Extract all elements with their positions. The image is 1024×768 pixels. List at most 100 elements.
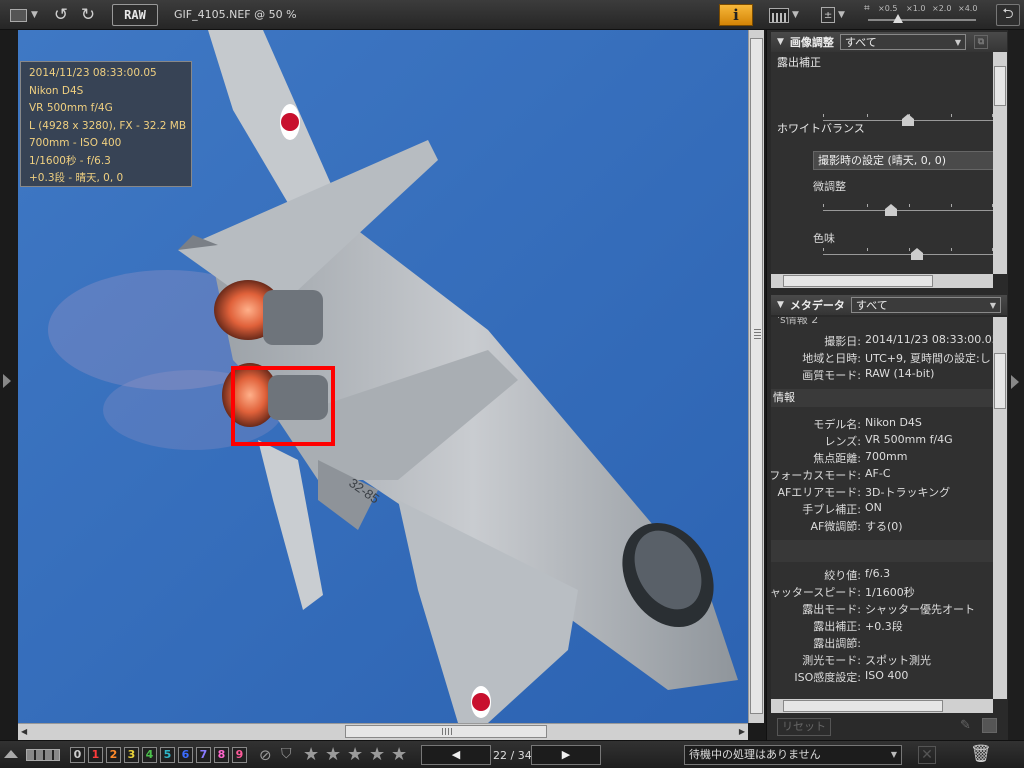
scroll-thumb[interactable]: [783, 275, 933, 287]
scroll-right-icon[interactable]: ▶: [739, 727, 745, 736]
rotate-right-button[interactable]: ↻: [77, 4, 99, 26]
metadata-value: 2014/11/23 08:33:00.05: [865, 333, 993, 346]
tint-slider[interactable]: [823, 248, 993, 262]
overlay-line: 700mm - ISO 400: [29, 137, 122, 149]
previous-image-button[interactable]: ◀: [421, 745, 491, 765]
white-balance-field[interactable]: 撮影時の設定 (晴天, 0, 0): [813, 151, 993, 170]
metadata-value: 3D-トラッキング: [865, 486, 951, 499]
processing-queue-select[interactable]: 待機中の処理はありません ▼: [684, 745, 902, 765]
metadata-key: ISO感度設定:: [794, 671, 861, 684]
metadata-key: モデル名:: [813, 418, 861, 431]
label-1-button[interactable]: 1: [88, 747, 103, 763]
metadata-value: UTC+9, 夏時間の設定:し: [865, 352, 991, 365]
label-4-button[interactable]: 4: [142, 747, 157, 763]
copy-adjustments-icon[interactable]: ✎: [960, 718, 971, 733]
image-adjust-filter-select[interactable]: すべて ▼: [839, 34, 966, 50]
trash-icon[interactable]: 🗑: [970, 744, 992, 764]
scroll-left-icon[interactable]: ◀: [21, 727, 27, 736]
metadata-header[interactable]: ▼ メタデータ すべて ▼: [771, 295, 1007, 315]
slider-thumb[interactable]: [910, 248, 923, 260]
panel-options-icon[interactable]: ⧉: [973, 35, 988, 49]
metadata-value: +0.3段: [865, 620, 903, 633]
adjust-horizontal-scrollbar[interactable]: [771, 274, 993, 288]
metadata-row: 地域と日時: UTC+9, 夏時間の設定:し: [771, 350, 993, 367]
label-8-button[interactable]: 8: [214, 747, 229, 763]
shooting-info-overlay: 2014/11/23 08:33:00.05 Nikon D4S VR 500m…: [20, 61, 192, 187]
overlay-line: 2014/11/23 08:33:00.05: [29, 67, 157, 79]
label-9-button[interactable]: 9: [232, 747, 247, 763]
scroll-thumb[interactable]: [994, 66, 1006, 106]
metadata-key: 露出モード:: [802, 603, 861, 616]
overlay-line: 1/1600秒 - f/6.3: [29, 154, 111, 167]
next-image-button[interactable]: ▶: [531, 745, 601, 765]
zoom-thumb[interactable]: [893, 14, 903, 23]
filmstrip-icon[interactable]: [26, 749, 60, 761]
star-5-icon[interactable]: ★: [391, 744, 407, 765]
collapse-triangle-icon[interactable]: ▼: [777, 37, 784, 47]
star-2-icon[interactable]: ★: [325, 744, 341, 765]
star-1-icon[interactable]: ★: [303, 744, 319, 765]
slider-thumb[interactable]: [902, 114, 914, 126]
metadata-partial-header: 's情報 2: [771, 317, 993, 329]
label-2-button[interactable]: 2: [106, 747, 121, 763]
scroll-thumb[interactable]: [750, 38, 763, 714]
metadata-row: 焦点距離: 700mm: [771, 450, 993, 467]
return-icon: ⮌: [1002, 6, 1014, 22]
metadata-key: 画質モード:: [802, 369, 861, 382]
reject-icon[interactable]: ⊘: [259, 746, 272, 764]
scroll-thumb[interactable]: [994, 353, 1006, 409]
metadata-row: 画質モード: RAW (14-bit): [771, 367, 993, 384]
metadata-row: 手ブレ補正: ON: [771, 501, 993, 518]
save-adjustments-icon[interactable]: [982, 718, 997, 733]
adjust-vertical-scrollbar[interactable]: [993, 52, 1007, 274]
right-panel-toggle-icon[interactable]: [1011, 375, 1019, 389]
image-vertical-scrollbar[interactable]: [748, 30, 764, 723]
fine-tune-label: 微調整: [813, 180, 846, 193]
fine-tune-slider[interactable]: [823, 204, 993, 218]
metadata-row: 絞り値: f/6.3: [771, 567, 993, 584]
metadata-value: f/6.3: [865, 567, 891, 580]
label-7-button[interactable]: 7: [196, 747, 211, 763]
metadata-body: 's情報 2 撮影日: 2014/11/23 08:33:00.05 地域と日時…: [771, 317, 993, 699]
slider-thumb[interactable]: [885, 204, 897, 216]
scroll-thumb[interactable]: [783, 700, 943, 712]
metadata-row: AF微調節: する(0): [771, 518, 993, 535]
label-3-button[interactable]: 3: [124, 747, 139, 763]
toolbar: ▼ ↺ ↻ RAW GIF_4105.NEF @ 50 % i ▼ ± ▼ ⌗ …: [0, 0, 1024, 30]
scroll-thumb[interactable]: [345, 725, 547, 738]
metadata-vertical-scrollbar[interactable]: [993, 317, 1007, 699]
image-horizontal-scrollbar[interactable]: ◀ ▶: [18, 723, 748, 740]
info-button[interactable]: i: [719, 4, 753, 26]
metadata-key: AFエリアモード:: [777, 486, 861, 499]
zoom-slider[interactable]: ⌗ ×0.5 ×1.0 ×2.0 ×4.0: [862, 2, 980, 28]
histogram-button[interactable]: ▼: [766, 4, 802, 26]
reset-button[interactable]: リセット: [777, 718, 831, 736]
label-0-button[interactable]: 0: [70, 747, 85, 763]
back-to-browser-button[interactable]: ⮌: [996, 4, 1020, 26]
chevron-down-icon: ▼: [31, 10, 38, 20]
metadata-row: 測光モード: スポット測光: [771, 652, 993, 669]
star-3-icon[interactable]: ★: [347, 744, 363, 765]
filmstrip-toggle-icon[interactable]: [4, 750, 18, 758]
metadata-horizontal-scrollbar[interactable]: [771, 699, 993, 713]
collapse-triangle-icon[interactable]: ▼: [777, 300, 784, 310]
raw-button[interactable]: RAW: [112, 4, 158, 26]
file-title: GIF_4105.NEF @ 50 %: [174, 8, 297, 21]
label-6-button[interactable]: 6: [178, 747, 193, 763]
zoom-level-label: ×4.0: [958, 4, 978, 13]
image-adjust-header[interactable]: ▼ 画像調整 すべて ▼ ⧉: [771, 32, 1007, 52]
fit-to-screen-button[interactable]: ± ▼: [816, 4, 850, 26]
left-panel-toggle-icon[interactable]: [3, 374, 11, 388]
metadata-value: RAW (14-bit): [865, 367, 935, 380]
image-viewer: 32-85 2014/11/23 08:33:00.05 Nikon D4S V…: [0, 30, 766, 740]
metadata-row: ISO感度設定: ISO 400: [771, 669, 993, 686]
metadata-filter-select[interactable]: すべて ▼: [850, 297, 1001, 313]
label-5-button[interactable]: 5: [160, 747, 175, 763]
cancel-queue-icon[interactable]: ✕: [918, 746, 936, 764]
rotate-left-button[interactable]: ↺: [50, 4, 72, 26]
star-4-icon[interactable]: ★: [369, 744, 385, 765]
metadata-key: シャッタースピード:: [771, 586, 861, 599]
tint-label: 色味: [813, 232, 835, 245]
view-mode-button[interactable]: ▼: [4, 4, 44, 26]
clear-rating-icon[interactable]: ⛉: [281, 746, 292, 762]
